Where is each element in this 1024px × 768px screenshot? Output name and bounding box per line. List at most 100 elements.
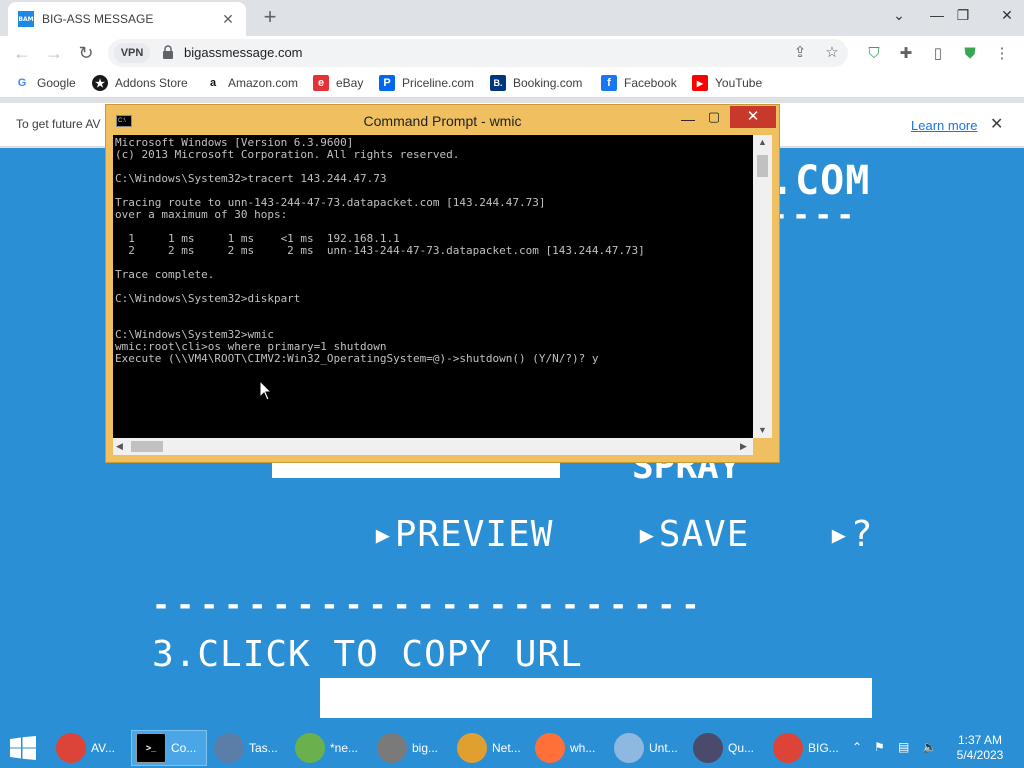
network-tray-icon[interactable]: ▤	[898, 740, 909, 754]
side-panel-icon[interactable]: ▯	[928, 44, 948, 64]
tab-search-icon[interactable]: ⌄	[882, 0, 916, 30]
restore-button[interactable]: ❐	[946, 0, 980, 30]
media-icon	[377, 733, 407, 763]
scroll-left-icon[interactable]: ◀	[116, 441, 123, 452]
step3-label: 3.CLICK TO COPY URL	[152, 634, 583, 675]
learn-more-link[interactable]: Learn more	[911, 118, 977, 133]
task-manager-icon	[214, 733, 244, 763]
tab-big-ass-message[interactable]: BAM BIG-ASS MESSAGE ✕	[8, 2, 246, 36]
scroll-up-icon[interactable]: ▲	[758, 137, 767, 147]
bookmark-google[interactable]: G Google	[14, 75, 76, 91]
taskbar-item-label: Co...	[171, 741, 197, 755]
show-hidden-icons[interactable]: ⌃	[852, 740, 862, 754]
facebook-icon: f	[601, 75, 617, 91]
cmd-horizontal-thumb[interactable]	[131, 441, 163, 452]
cmd-icon: >_	[136, 733, 166, 763]
command-prompt-window[interactable]: C:\ Command Prompt - wmic — ▢ ✕ Microsof…	[105, 104, 780, 463]
taskbar-item-notepad-plus[interactable]: *ne...	[291, 730, 367, 766]
vpn-extension-icon[interactable]: ⛉	[864, 44, 884, 64]
cmd-horizontal-scrollbar[interactable]: ◀ ▶	[113, 438, 753, 455]
taskbar-item-label: Unt...	[649, 741, 678, 755]
taskbar-item-firefox[interactable]: wh...	[531, 730, 607, 766]
youtube-icon: ▶	[692, 75, 708, 91]
clock[interactable]: 1:37 AM 5/4/2023	[952, 733, 1008, 763]
info-bar-text: To get future AV	[16, 117, 101, 131]
taskbar-item-chrome-vpn[interactable]: BIG...	[769, 730, 845, 766]
priceline-icon: P	[379, 75, 395, 91]
cmd-output: Microsoft Windows [Version 6.3.9600] (c)…	[115, 136, 645, 365]
save-label: SAVE	[658, 514, 750, 555]
close-window-button[interactable]: ✕	[990, 0, 1024, 30]
start-button[interactable]	[8, 736, 38, 760]
taskbar-item-network[interactable]: Net...	[453, 730, 529, 766]
taskbar-item-paint[interactable]: Unt...	[610, 730, 686, 766]
cmd-title: Command Prompt - wmic	[363, 113, 522, 129]
taskbar-item-label: big...	[412, 741, 439, 755]
forward-button[interactable]: →	[42, 41, 66, 65]
divider-top: ----	[770, 198, 859, 233]
share-icon[interactable]: ⇪	[790, 43, 810, 63]
cmd-title-bar[interactable]: C:\ Command Prompt - wmic — ▢ ✕	[106, 105, 779, 135]
cmd-maximize-button[interactable]: ▢	[706, 109, 722, 125]
reload-button[interactable]: ↻	[74, 41, 98, 65]
bookmark-ebay[interactable]: e eBay	[313, 75, 363, 91]
taskbar-item-label: Qu...	[728, 741, 755, 755]
lock-icon[interactable]	[162, 45, 174, 59]
taskbar-item-chrome[interactable]: AV...	[52, 730, 128, 766]
volume-muted-icon[interactable]: 🔈	[922, 740, 937, 754]
cmd-close-button[interactable]: ✕	[730, 106, 776, 128]
taskbar-item-task-manager[interactable]: Tas...	[210, 730, 286, 766]
taskbar-item-label: *ne...	[330, 741, 359, 755]
scroll-right-icon[interactable]: ▶	[740, 441, 747, 452]
clock-date: 5/4/2023	[956, 748, 1004, 762]
cmd-vertical-scrollbar[interactable]: ▲ ▼	[753, 135, 772, 438]
action-center-flag-icon[interactable]: ⚑	[874, 740, 885, 754]
divider-middle: -----------------------	[152, 588, 706, 623]
shield-extension-icon[interactable]: ⛊	[960, 44, 980, 64]
info-bar-close-icon[interactable]: ✕	[990, 114, 1003, 134]
extensions-icon[interactable]: ✚	[896, 44, 916, 64]
mouse-cursor-icon	[259, 380, 273, 401]
bookmark-star-icon[interactable]: ☆	[822, 43, 842, 63]
bookmarks-bar: G Google ★ Addons Store a Amazon.com e eBay …	[0, 70, 1024, 98]
bookmark-booking[interactable]: B. Booking.com	[490, 75, 582, 91]
tab-close-icon[interactable]: ✕	[220, 11, 236, 28]
url-text[interactable]: bigassmessage.com	[184, 45, 303, 60]
scroll-down-icon[interactable]: ▼	[758, 425, 767, 435]
url-output-field[interactable]	[320, 678, 872, 718]
booking-icon: B.	[490, 75, 506, 91]
quick-icon	[693, 733, 723, 763]
taskbar-item-cmd[interactable]: >_ Co...	[131, 730, 207, 766]
clock-time: 1:37 AM	[957, 733, 1003, 747]
tab-strip: BAM BIG-ASS MESSAGE ✕ + ⌄ — ❐ ✕	[0, 0, 1024, 36]
save-button[interactable]: ▸SAVE	[636, 514, 749, 555]
chrome-icon	[56, 733, 86, 763]
vpn-badge[interactable]: VPN	[114, 43, 150, 63]
browser-toolbar: ← → ↻ VPN bigassmessage.com ⇪ ☆ ⛉ ✚ ▯ ⛊ …	[0, 36, 1024, 70]
cmd-console[interactable]: Microsoft Windows [Version 6.3.9600] (c)…	[113, 135, 753, 438]
bookmark-facebook[interactable]: f Facebook	[601, 75, 677, 91]
menu-icon[interactable]: ⋮	[992, 44, 1012, 64]
cmd-vertical-thumb[interactable]	[757, 155, 768, 177]
address-bar[interactable]: VPN bigassmessage.com ⇪ ☆	[108, 39, 848, 67]
back-button[interactable]: ←	[10, 41, 34, 65]
paint-icon	[614, 733, 644, 763]
taskbar-item-label: Net...	[492, 741, 521, 755]
help-button[interactable]: ▸?	[828, 514, 873, 555]
bookmark-youtube[interactable]: ▶ YouTube	[692, 75, 762, 91]
favicon-icon: BAM	[18, 11, 34, 27]
network-icon	[457, 733, 487, 763]
bookmark-priceline[interactable]: P Priceline.com	[379, 75, 474, 91]
new-tab-button[interactable]: +	[258, 6, 282, 30]
cmd-minimize-button[interactable]: —	[680, 111, 696, 127]
taskbar-item-media[interactable]: big...	[373, 730, 449, 766]
preview-label: PREVIEW	[394, 514, 554, 555]
taskbar-item-quick[interactable]: Qu...	[689, 730, 765, 766]
bookmark-addons-store[interactable]: ★ Addons Store	[92, 75, 188, 91]
taskbar-item-label: AV...	[91, 741, 116, 755]
bookmark-amazon[interactable]: a Amazon.com	[205, 75, 298, 91]
taskbar: AV... >_ Co... Tas... *ne... big... Net... wh..…	[0, 728, 1024, 768]
preview-button[interactable]: ▸PREVIEW	[372, 514, 553, 555]
notepad-plus-icon	[295, 733, 325, 763]
firefox-icon	[535, 733, 565, 763]
